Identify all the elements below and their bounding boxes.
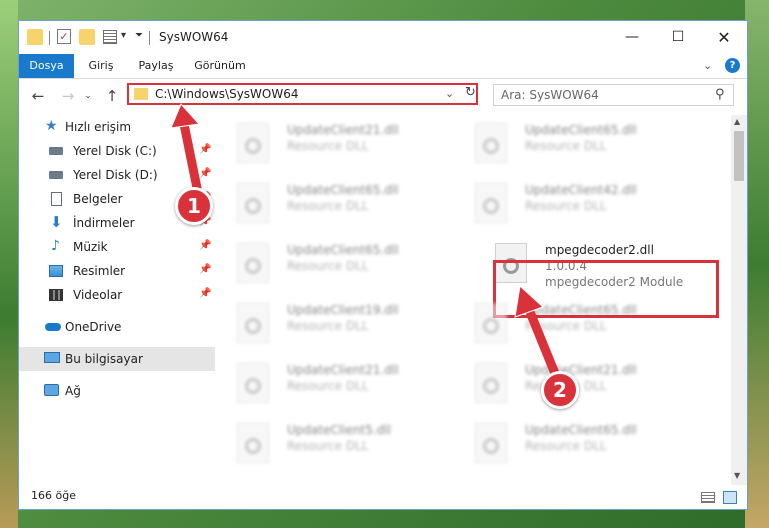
annotation-arrows (170, 103, 561, 381)
callout-1: 1 (175, 187, 213, 225)
arrow-2 (514, 285, 561, 381)
arrow-1 (170, 103, 202, 193)
callout-2: 2 (541, 371, 579, 409)
